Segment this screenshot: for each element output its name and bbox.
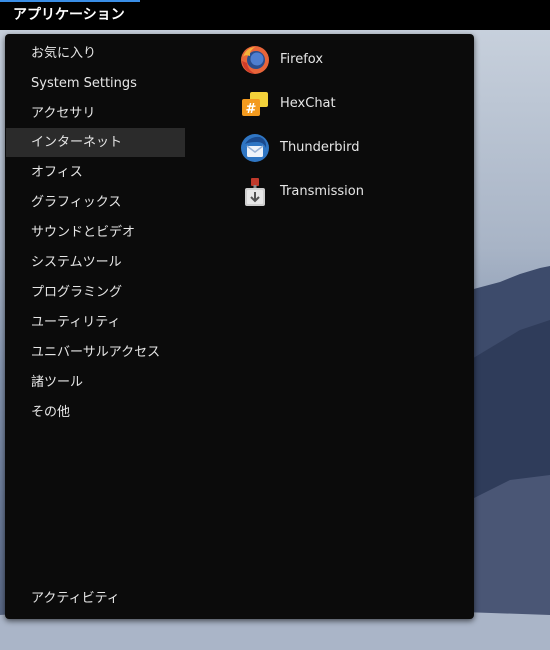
category-label: アクセサリ — [31, 106, 96, 121]
category-label: プログラミング — [31, 285, 123, 300]
transmission-icon — [240, 177, 270, 207]
app-label: Thunderbird — [280, 140, 360, 155]
category-label: システムツール — [31, 255, 122, 270]
category-list: お気に入り System Settings アクセサリ インターネット オフィス… — [5, 34, 185, 619]
hexchat-icon: # — [240, 89, 270, 119]
category-label: 諸ツール — [31, 375, 84, 390]
category-label: その他 — [31, 405, 71, 420]
category-utilities[interactable]: ユーティリティ — [6, 308, 185, 337]
category-label: ユーティリティ — [31, 315, 121, 330]
category-label: お気に入り — [31, 46, 97, 61]
category-label: インターネット — [31, 135, 123, 150]
app-label: HexChat — [280, 96, 336, 111]
app-transmission[interactable]: Transmission — [235, 172, 465, 212]
category-graphics[interactable]: グラフィックス — [6, 188, 185, 217]
category-office[interactable]: オフィス — [6, 158, 185, 187]
app-label: Firefox — [280, 52, 324, 67]
svg-text:#: # — [246, 102, 257, 117]
category-label: オフィス — [31, 165, 83, 180]
category-favorites[interactable]: お気に入り — [6, 39, 185, 68]
category-accessories[interactable]: アクセサリ — [6, 99, 185, 128]
activities-label: アクティビティ — [31, 591, 120, 606]
category-internet[interactable]: インターネット — [6, 128, 185, 157]
applications-menu: お気に入り System Settings アクセサリ インターネット オフィス… — [5, 34, 474, 619]
app-hexchat[interactable]: # HexChat — [235, 84, 465, 124]
category-label: ユニバーサルアクセス — [31, 345, 161, 360]
category-system-settings[interactable]: System Settings — [6, 69, 185, 98]
category-programming[interactable]: プログラミング — [6, 278, 185, 307]
category-universal-access[interactable]: ユニバーサルアクセス — [6, 338, 185, 367]
category-label: サウンドとビデオ — [31, 225, 136, 240]
active-indicator — [0, 0, 140, 2]
app-firefox[interactable]: Firefox — [235, 40, 465, 80]
category-label: グラフィックス — [31, 195, 122, 210]
firefox-icon — [240, 45, 270, 75]
app-thunderbird[interactable]: Thunderbird — [235, 128, 465, 168]
category-system-tools[interactable]: システムツール — [6, 248, 185, 277]
applications-menu-button[interactable]: アプリケーション — [0, 0, 140, 30]
activities-button[interactable]: アクティビティ — [6, 584, 185, 613]
category-misc-tools[interactable]: 諸ツール — [6, 368, 185, 397]
thunderbird-icon — [240, 133, 270, 163]
app-label: Transmission — [280, 184, 364, 199]
category-label: System Settings — [31, 76, 137, 91]
category-sound-video[interactable]: サウンドとビデオ — [6, 218, 185, 247]
applications-label: アプリケーション — [13, 7, 125, 23]
category-other[interactable]: その他 — [6, 398, 185, 427]
top-panel: アプリケーション — [0, 0, 550, 30]
